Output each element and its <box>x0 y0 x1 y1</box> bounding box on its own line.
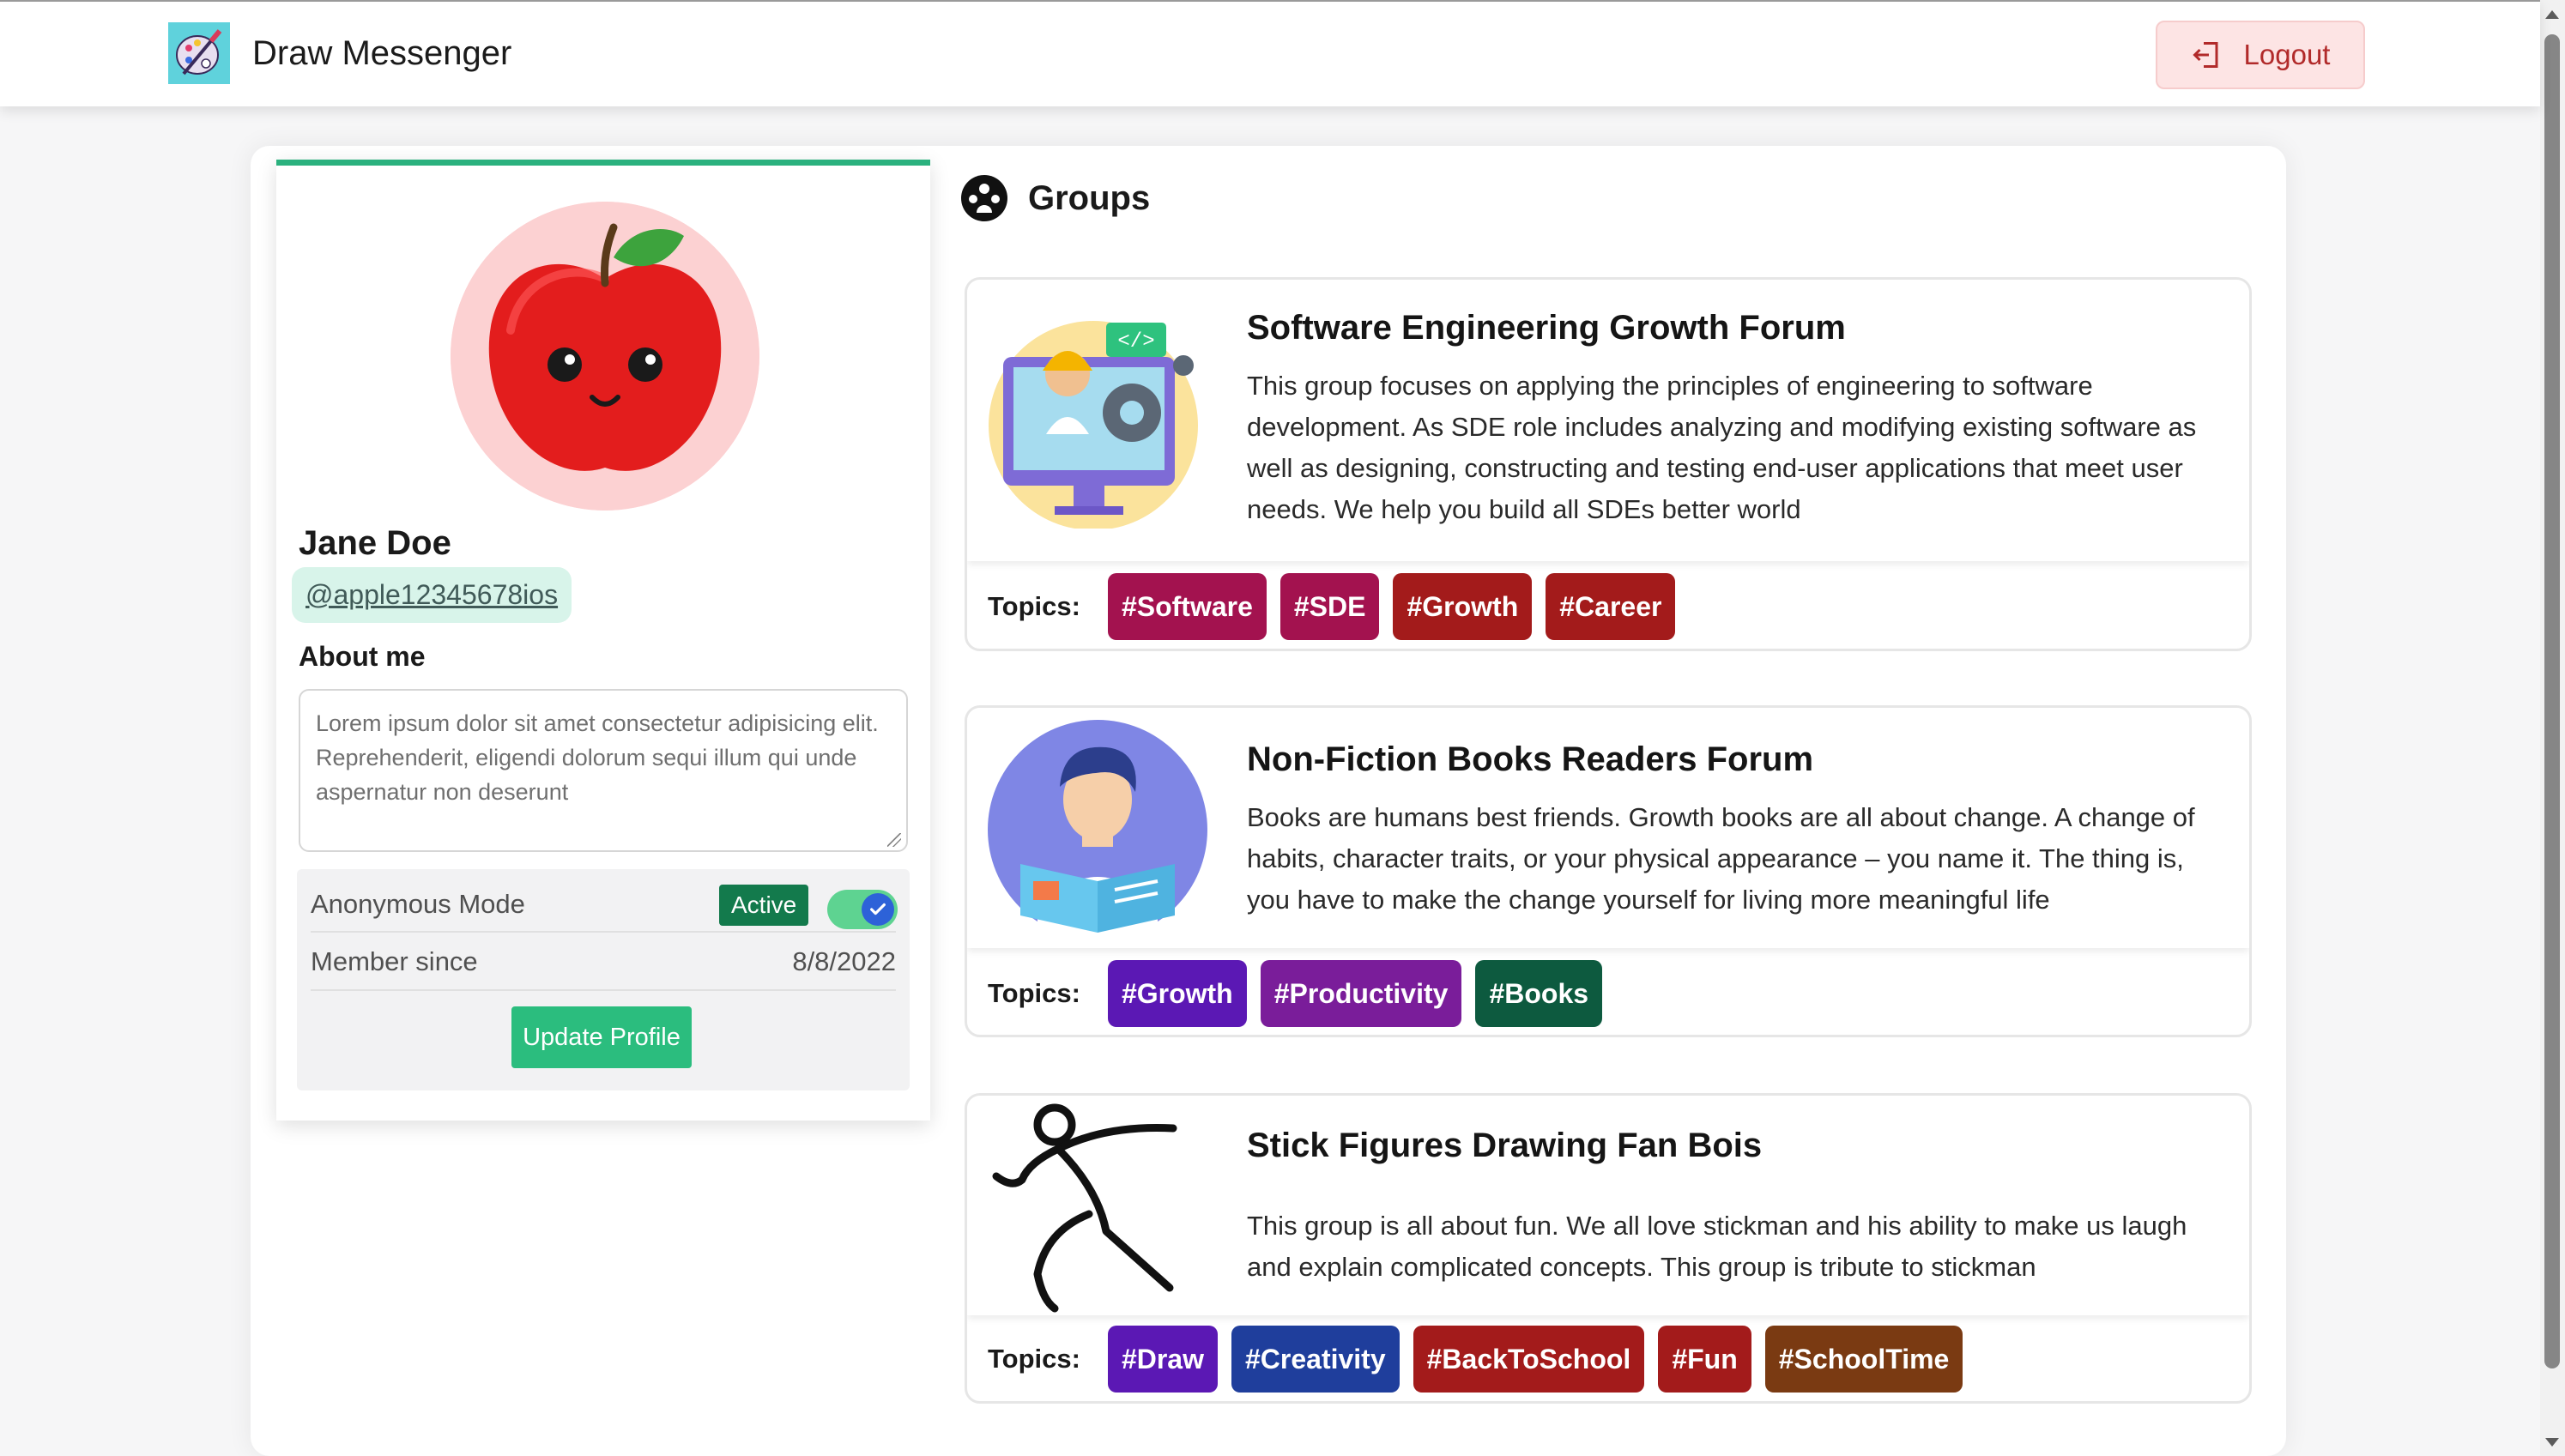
profile-settings-panel: Anonymous Mode Active Member since 8/8/2… <box>297 869 910 1090</box>
topic-tag[interactable]: #Creativity <box>1231 1326 1400 1393</box>
app-title: Draw Messenger <box>252 34 512 72</box>
apple-avatar-icon <box>451 202 759 511</box>
member-since-row: Member since 8/8/2022 <box>311 934 896 991</box>
profile-card: Jane Doe @apple12345678ios About me Lore… <box>276 160 930 1121</box>
logout-icon <box>2192 42 2218 68</box>
palette-brush-icon <box>168 22 230 84</box>
topic-tag[interactable]: #Growth <box>1393 573 1533 640</box>
scroll-down-arrow-icon[interactable] <box>2545 1438 2559 1447</box>
textarea-resize-handle[interactable] <box>887 833 901 847</box>
groups-header: Groups <box>959 173 1150 223</box>
svg-text:</>: </> <box>1117 330 1154 353</box>
group-description: Books are humans best friends. Growth bo… <box>1247 802 2195 915</box>
topics-label: Topics: <box>988 978 1080 1008</box>
scroll-up-arrow-icon[interactable] <box>2545 10 2559 19</box>
checkmark-icon <box>870 903 886 915</box>
topic-tag[interactable]: #Productivity <box>1260 960 1462 1027</box>
group-topics-row: Topics: #Draw #Creativity #BackToSchool … <box>988 1326 1963 1393</box>
group-title: Stick Figures Drawing Fan Bois <box>1247 1127 1763 1164</box>
groups-title: Groups <box>1028 178 1151 217</box>
anonymous-mode-toggle[interactable] <box>827 890 898 929</box>
member-since-label: Member since <box>311 946 478 976</box>
book-reader-icon <box>988 720 1207 941</box>
logout-label: Logout <box>2243 39 2331 70</box>
topic-tag[interactable]: #Growth <box>1107 960 1247 1027</box>
update-profile-button[interactable]: Update Profile <box>511 1006 692 1068</box>
group-card-stick-figures[interactable]: Stick Figures Drawing Fan Bois This grou… <box>965 1093 2252 1404</box>
toggle-knob <box>862 893 894 926</box>
anonymous-mode-row: Anonymous Mode Active <box>311 878 898 933</box>
group-description: This group is all about fun. We all love… <box>1247 1211 2187 1282</box>
group-title: Non-Fiction Books Readers Forum <box>1247 740 1814 778</box>
group-topics-row: Topics: #Software #SDE #Growth #Career <box>988 573 1676 640</box>
group-title: Software Engineering Growth Forum <box>1247 309 1846 347</box>
navbar: Draw Messenger Logout <box>0 0 2540 106</box>
anonymous-mode-label: Anonymous Mode <box>311 889 525 919</box>
group-card-software-engineering[interactable]: </> Software Engineering Growth Forum Th… <box>965 277 2252 651</box>
group-description: This group focuses on applying the princ… <box>1247 371 2197 524</box>
stick-figure-icon <box>992 1103 1177 1313</box>
group-card-non-fiction-books[interactable]: Non-Fiction Books Readers Forum Books ar… <box>965 705 2252 1037</box>
member-since-value: 8/8/2022 <box>792 946 896 976</box>
groups-icon <box>961 175 1007 221</box>
group-card-body: Non-Fiction Books Readers Forum Books ar… <box>967 708 2249 948</box>
group-image: </> <box>986 305 1209 529</box>
group-card-body: </> Software Engineering Growth Forum Th… <box>967 280 2249 561</box>
topic-tag[interactable]: #SchoolTime <box>1764 1326 1963 1393</box>
group-image <box>986 1096 1209 1317</box>
topic-tag[interactable]: #Software <box>1107 573 1267 640</box>
about-me-textarea[interactable]: Lorem ipsum dolor sit amet consectetur a… <box>299 689 908 852</box>
group-topics-row: Topics: #Growth #Productivity #Books <box>988 960 1603 1027</box>
topic-tag[interactable]: #Fun <box>1658 1326 1751 1393</box>
topic-tag[interactable]: #Books <box>1475 960 1603 1027</box>
scrollbar-thumb[interactable] <box>2544 34 2560 1368</box>
topic-tag[interactable]: #Career <box>1546 573 1676 640</box>
group-card-body: Stick Figures Drawing Fan Bois This grou… <box>967 1096 2249 1315</box>
group-image <box>986 718 1209 941</box>
about-me-label: About me <box>299 641 426 672</box>
topics-label: Topics: <box>988 1344 1080 1374</box>
profile-handle-link[interactable]: @apple12345678ios <box>292 567 572 623</box>
app-logo[interactable] <box>168 22 230 84</box>
page-scrollbar[interactable] <box>2540 0 2565 1456</box>
topic-tag[interactable]: #Draw <box>1107 1326 1218 1393</box>
profile-name: Jane Doe <box>299 524 451 562</box>
logout-button[interactable]: Logout <box>2156 21 2365 89</box>
anonymous-status-badge: Active <box>719 885 809 926</box>
avatar <box>451 202 759 511</box>
topic-tag[interactable]: #SDE <box>1279 573 1380 640</box>
topics-label: Topics: <box>988 591 1080 621</box>
topic-tag[interactable]: #BackToSchool <box>1413 1326 1645 1393</box>
software-engineer-icon: </> <box>989 321 1198 529</box>
